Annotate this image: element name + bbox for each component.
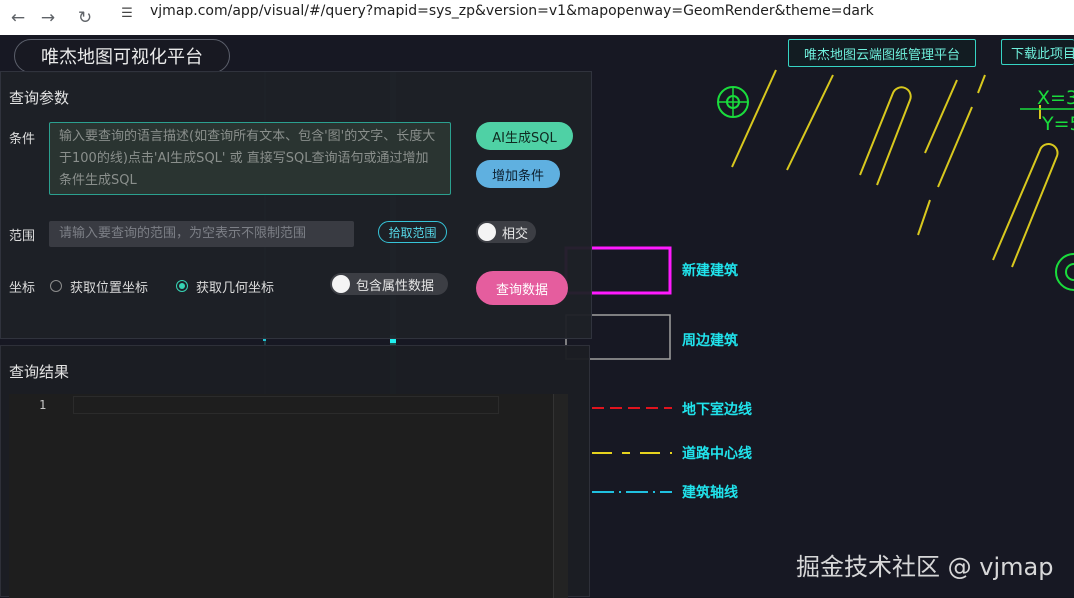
arrow-right-icon[interactable]: → <box>35 0 61 35</box>
editor-line-number: 1 <box>39 398 47 412</box>
range-input[interactable]: 请输入要查询的范围，为空表示不限制范围 <box>49 221 354 247</box>
cad-line <box>977 74 986 94</box>
toggle-knob <box>332 275 350 293</box>
browser-toolbar: ← → ↻ ☰ vjmap.com/app/visual/#/query?map… <box>0 0 1074 36</box>
ai-generate-sql-button[interactable]: AI生成SQL <box>476 122 573 150</box>
download-project-button[interactable]: 下载此项目 <box>1001 39 1074 65</box>
legend-label-surrounding-building: 周边建筑 <box>682 333 738 349</box>
radio-geometry-coord[interactable] <box>176 280 188 292</box>
cloud-drawing-platform-button[interactable]: 唯杰地图云端图纸管理平台 <box>788 39 976 67</box>
cad-line <box>917 199 931 236</box>
query-result-panel: 查询结果 1 <box>0 345 590 598</box>
radio-position-coord-label[interactable]: 获取位置坐标 <box>70 277 148 296</box>
range-label: 范围 <box>9 229 36 244</box>
app-title[interactable]: 唯杰地图可视化平台 <box>14 39 230 73</box>
query-result-title: 查询结果 <box>9 363 70 381</box>
query-params-title: 查询参数 <box>9 89 70 107</box>
coord-label-x: X=3 <box>1037 87 1074 109</box>
reload-icon[interactable]: ↻ <box>72 0 98 35</box>
condition-label: 条件 <box>9 132 36 147</box>
include-attributes-label: 包含属性数据 <box>356 278 435 294</box>
watermark: 掘金技术社区 @ vjmap <box>796 553 1054 581</box>
coord-label-y: Y=5 <box>1042 113 1074 135</box>
cad-slot <box>992 143 1059 268</box>
query-data-button[interactable]: 查询数据 <box>476 271 568 305</box>
cad-line <box>924 79 958 154</box>
include-attributes-toggle[interactable]: 包含属性数据 <box>330 273 448 295</box>
tree-symbol <box>717 86 749 118</box>
legend-label-new-building: 新建建筑 <box>682 263 738 279</box>
cad-line <box>937 106 973 188</box>
coord-label: 坐标 <box>9 281 36 296</box>
pick-range-button[interactable]: 拾取范围 <box>378 221 447 243</box>
tree-symbol <box>1055 253 1074 291</box>
condition-textarea[interactable]: 输入要查询的语言描述(如查询所有文本、包含'图'的文字、长度大于100的线)点击… <box>49 122 451 195</box>
tune-icon[interactable]: ☰ <box>116 2 138 24</box>
arrow-left-icon[interactable]: ← <box>5 0 31 35</box>
intersect-toggle-label: 相交 <box>502 226 529 242</box>
cad-line <box>786 74 834 171</box>
radio-position-coord[interactable] <box>50 280 62 292</box>
legend-label-building-axis: 建筑轴线 <box>682 485 738 501</box>
editor-current-line <box>73 396 499 414</box>
toggle-knob <box>478 223 496 241</box>
radio-geometry-coord-label[interactable]: 获取几何坐标 <box>196 277 274 296</box>
query-params-panel: 查询参数 条件 输入要查询的语言描述(如查询所有文本、包含'图'的文字、长度大于… <box>0 71 592 339</box>
legend-label-road-center-line: 道路中心线 <box>682 446 752 462</box>
editor-scrollbar[interactable] <box>553 394 568 598</box>
add-condition-button[interactable]: 增加条件 <box>476 160 560 188</box>
address-bar[interactable]: vjmap.com/app/visual/#/query?mapid=sys_z… <box>150 3 874 19</box>
intersect-toggle[interactable]: 相交 <box>476 221 536 243</box>
legend-label-basement-line: 地下室边线 <box>682 402 752 418</box>
cad-line <box>731 69 777 168</box>
result-code-editor[interactable]: 1 <box>9 394 561 598</box>
cad-slot <box>859 86 912 186</box>
